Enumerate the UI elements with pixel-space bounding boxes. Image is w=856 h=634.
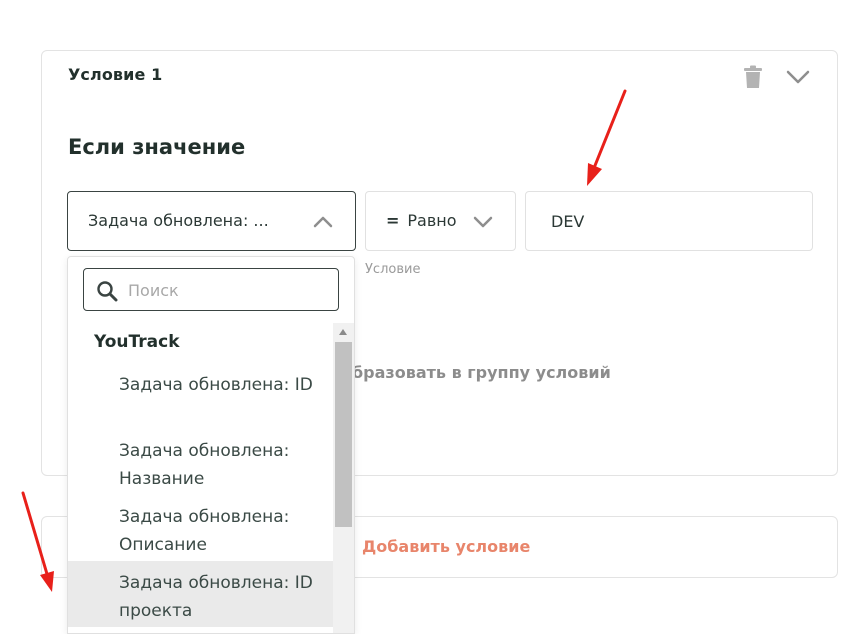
- dropdown-list: YouTrack Задача обновлена: ID Задача обн…: [68, 323, 354, 633]
- operator-select-value: = Равно: [386, 211, 457, 230]
- dropdown-group-label: YouTrack: [94, 332, 180, 352]
- operator-caption: Условие: [365, 262, 421, 277]
- operator-symbol: =: [386, 211, 400, 230]
- value-input[interactable]: [525, 191, 813, 251]
- dropdown-option[interactable]: Задача обновлена: ID: [68, 363, 333, 429]
- field-select[interactable]: Задача обновлена: ...: [67, 191, 356, 251]
- scroll-up-arrow-icon[interactable]: [339, 329, 347, 335]
- convert-to-group-link[interactable]: бразовать в группу условий: [352, 363, 611, 382]
- dropdown-option-highlighted[interactable]: Задача обновлена: ID проекта: [68, 561, 333, 627]
- dropdown-scrollbar[interactable]: [333, 323, 354, 633]
- search-icon: [97, 281, 118, 302]
- chevron-down-icon[interactable]: [786, 67, 810, 87]
- field-dropdown: YouTrack Задача обновлена: ID Задача обн…: [67, 256, 355, 634]
- chevron-up-icon: [313, 216, 333, 228]
- field-select-value: Задача обновлена: ...: [88, 211, 269, 230]
- add-condition-label: Добавить условие: [362, 537, 531, 556]
- scrollbar-thumb[interactable]: [335, 342, 352, 527]
- operator-label: Равно: [407, 211, 457, 230]
- trash-icon[interactable]: [742, 65, 764, 89]
- section-title: Если значение: [68, 135, 246, 159]
- dropdown-option[interactable]: Задача обновлена: Название: [68, 429, 333, 495]
- dropdown-option[interactable]: Задача обновлена: Описание: [68, 495, 333, 561]
- dropdown-search-input[interactable]: [128, 278, 328, 302]
- dropdown-search[interactable]: [83, 268, 339, 311]
- chevron-down-icon: [473, 216, 493, 228]
- condition-title: Условие 1: [68, 65, 163, 84]
- operator-select[interactable]: = Равно: [365, 191, 516, 251]
